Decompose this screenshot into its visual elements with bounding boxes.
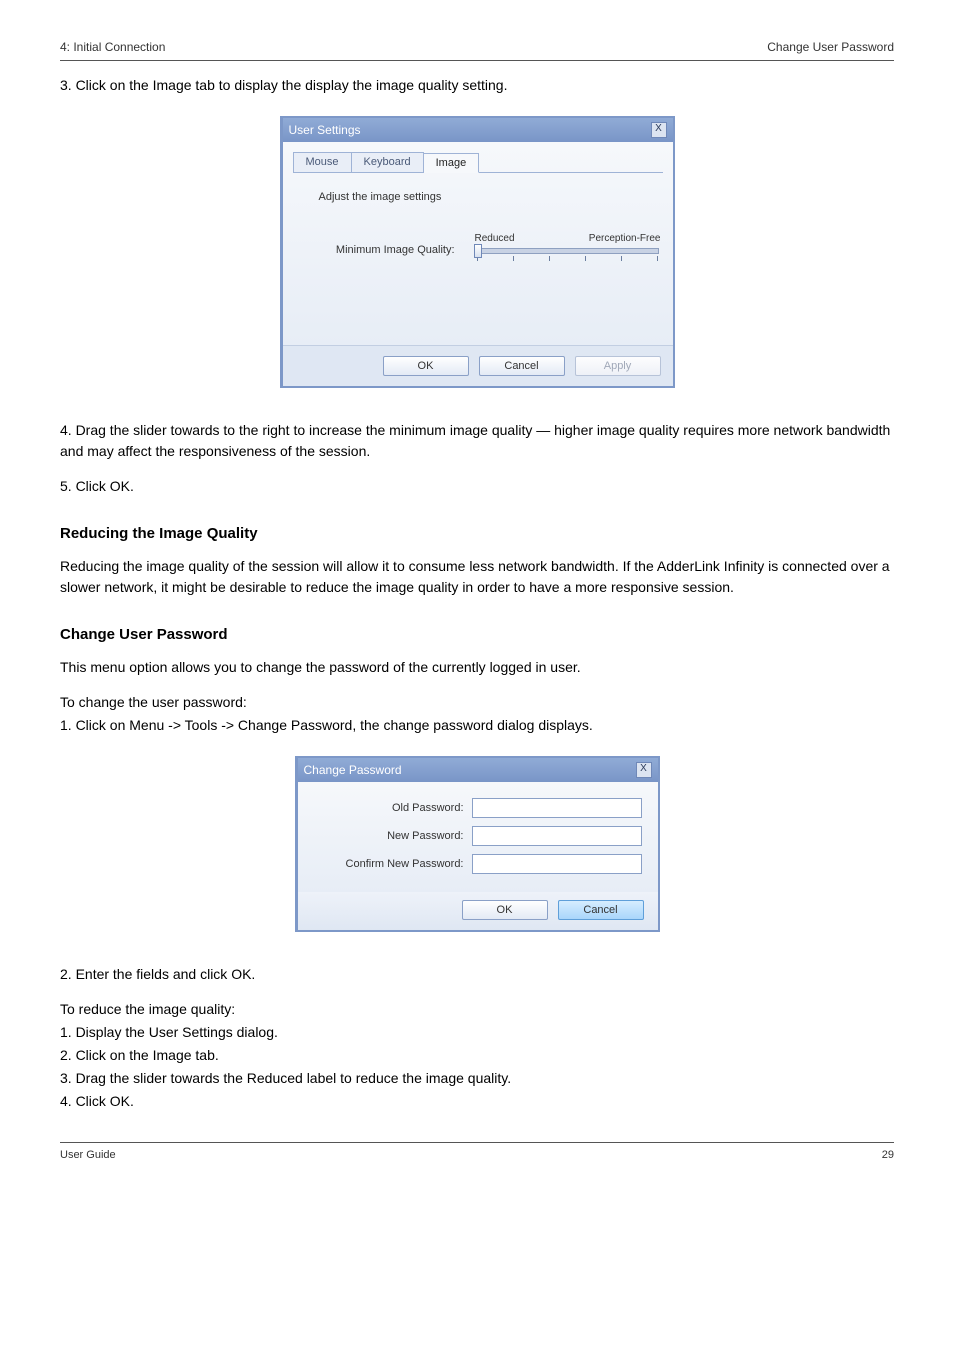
image-tab-instruction: Adjust the image settings [319,191,663,203]
heading-reduce-quality: Reducing the Image Quality [60,525,894,542]
header-left: 4: Initial Connection [60,40,165,54]
slider-low-label: Reduced [475,233,515,244]
page-header: 4: Initial Connection Change User Passwo… [60,40,894,60]
tab-image[interactable]: Image [424,153,480,173]
paragraph-reduce-quality: Reducing the image quality of the sessio… [60,556,894,598]
paragraph-step3: 3. Click on the Image tab to display the… [60,75,894,96]
footer-right: 29 [882,1149,894,1161]
apply-button[interactable]: Apply [575,356,661,376]
tab-keyboard[interactable]: Keyboard [352,152,424,172]
footer-left: User Guide [60,1149,116,1161]
heading-change-password: Change User Password [60,626,894,643]
dialog-title-text: User Settings [289,123,361,137]
tab-bar: Mouse Keyboard Image [293,152,663,173]
image-quality-slider[interactable] [477,248,659,254]
change-password-dialog: Change Password X Old Password: New Pass… [295,756,660,932]
to-change-label: To change the user password: [60,692,894,713]
reduce-step2: 2. Click on the Image tab. [60,1045,894,1066]
header-right: Change User Password [767,40,894,54]
old-password-label: Old Password: [314,802,464,814]
reduce-step1: 1. Display the User Settings dialog. [60,1022,894,1043]
paragraph-change-password: This menu option allows you to change th… [60,657,894,678]
paragraph-step5: 5. Click OK. [60,476,894,497]
reduce-step4: 4. Click OK. [60,1091,894,1112]
tab-mouse[interactable]: Mouse [293,152,352,172]
page-footer: User Guide 29 [60,1143,894,1161]
cancel-button[interactable]: Cancel [479,356,565,376]
dialog-titlebar: User Settings X [283,118,673,142]
dialog2-titlebar: Change Password X [298,758,658,782]
close-icon[interactable]: X [636,762,652,778]
ok-button[interactable]: OK [462,900,548,920]
slider-high-label: Perception-Free [589,233,661,244]
header-rule [60,60,894,61]
new-password-input[interactable] [472,826,642,846]
reduce-step3: 3. Drag the slider towards the Reduced l… [60,1068,894,1089]
cancel-button[interactable]: Cancel [558,900,644,920]
close-icon[interactable]: X [651,122,667,138]
confirm-password-label: Confirm New Password: [314,858,464,870]
slider-label: Minimum Image Quality: [315,233,455,257]
confirm-password-input[interactable] [472,854,642,874]
user-settings-dialog: User Settings X Mouse Keyboard Image Adj… [280,116,675,388]
dialog2-title-text: Change Password [304,763,402,777]
ok-button[interactable]: OK [383,356,469,376]
old-password-input[interactable] [472,798,642,818]
change-step1: 1. Click on Menu -> Tools -> Change Pass… [60,715,894,736]
slider-thumb[interactable] [474,244,482,258]
slider-ticks [473,256,663,261]
to-reduce-label: To reduce the image quality: [60,999,894,1020]
new-password-label: New Password: [314,830,464,842]
change-step2: 2. Enter the fields and click OK. [60,964,894,985]
paragraph-step4: 4. Drag the slider towards to the right … [60,420,894,462]
